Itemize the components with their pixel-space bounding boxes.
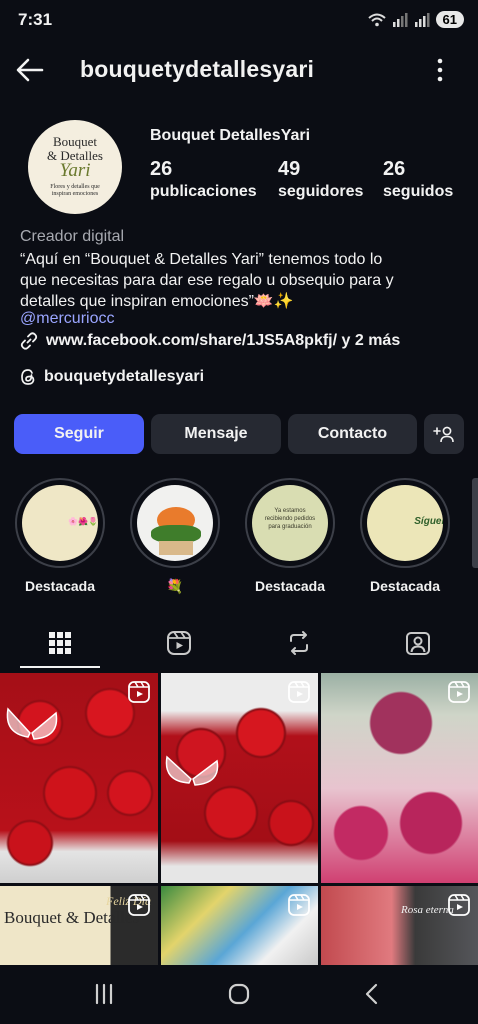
signal-icon-2: [414, 12, 430, 27]
bio-line: “Aquí en “Bouquet & Detalles Yari” tenem…: [20, 251, 383, 268]
highlight-cover: Ya estamos recibiendo pedidos para gradu…: [252, 485, 328, 561]
reel-icon: [448, 681, 470, 703]
external-link[interactable]: www.facebook.com/share/1JS5A8pkfj/ y 2 m…: [20, 332, 400, 350]
avatar-logo-line3: Yari: [59, 160, 91, 181]
highlight-label: Destacada: [254, 578, 326, 594]
highlight-cover: 🌸🌺🌷🌻🌼🌹: [22, 485, 98, 561]
post-thumbnail[interactable]: [321, 673, 478, 883]
status-time: 7:31: [18, 10, 53, 29]
tab-tagged[interactable]: [358, 616, 477, 670]
avatar-tagline2: inspiran emociones: [51, 191, 99, 197]
post-grid: Bouquet & Detalles Feliz Día Rosa eterna: [0, 673, 478, 965]
post-thumbnail[interactable]: Bouquet & Detalles Feliz Día: [0, 886, 158, 965]
tab-posts[interactable]: [0, 616, 119, 670]
profile-bio: “Aquí en “Bouquet & Detalles Yari” tenem…: [20, 249, 460, 312]
status-bar: 7:31 61: [0, 0, 478, 40]
tab-reels[interactable]: [119, 616, 238, 670]
contact-button[interactable]: Contacto: [288, 414, 417, 454]
app-header: bouquetydetallesyari: [0, 48, 478, 92]
more-vertical-icon[interactable]: [432, 56, 448, 84]
tab-active-indicator: [20, 666, 100, 668]
post-thumbnail[interactable]: [0, 673, 158, 883]
bio-line: detalles que inspiran emociones”🪷✨: [20, 293, 294, 310]
bio-mention-link[interactable]: @mercuriocc: [20, 310, 114, 328]
highlight-cover-text: 🌸🌺🌷🌻🌼🌹: [68, 517, 98, 526]
back-arrow-icon[interactable]: [14, 54, 46, 86]
reels-icon: [166, 631, 191, 655]
signal-icon: [392, 12, 408, 27]
highlight-ring: 🌸🌺🌷🌻🌼🌹: [15, 478, 105, 568]
reel-icon: [288, 894, 310, 916]
reel-icon: [128, 894, 150, 916]
external-link-text: www.facebook.com/share/1JS5A8pkfj/ y 2 m…: [46, 332, 401, 349]
stat-posts[interactable]: 26 publicaciones: [150, 158, 257, 201]
highlight-cover: [137, 485, 213, 561]
battery-indicator: 61: [435, 11, 464, 28]
post-thumbnail[interactable]: Rosa eterna: [321, 886, 478, 965]
threads-icon: [21, 369, 35, 385]
highlight-label: Destacada: [24, 578, 96, 594]
system-nav-bar: [0, 965, 478, 1024]
recent-apps-icon[interactable]: [89, 981, 119, 1007]
highlight-item[interactable]: Síguenos💎 Destacada: [359, 478, 451, 594]
grid-icon: [48, 632, 71, 654]
reel-icon: [128, 681, 150, 703]
tagged-icon: [405, 632, 430, 655]
add-person-icon: [433, 426, 454, 443]
home-icon[interactable]: [224, 981, 254, 1007]
tab-reposts[interactable]: [239, 616, 358, 670]
highlight-item[interactable]: 🌸🌺🌷🌻🌼🌹 Destacada: [14, 478, 106, 594]
repost-icon: [289, 631, 308, 655]
reel-icon: [288, 681, 310, 703]
stat-following[interactable]: 26 seguidos: [383, 158, 453, 201]
avatar-tagline1: Flores y detalles que: [50, 184, 100, 190]
butterfly-decoration: [6, 707, 58, 740]
follow-button[interactable]: Seguir: [14, 414, 144, 454]
profile-tabs: [0, 616, 478, 670]
stat-posts-value: 26: [150, 158, 173, 180]
stat-followers-value: 49: [278, 158, 301, 180]
highlight-ring: [130, 478, 220, 568]
butterfly-decoration: [165, 755, 219, 786]
highlight-cover: Síguenos💎: [367, 485, 443, 561]
stat-posts-label: publicaciones: [150, 183, 257, 200]
highlight-ring: Síguenos💎: [360, 478, 450, 568]
wifi-icon: [367, 13, 386, 26]
message-button[interactable]: Mensaje: [151, 414, 281, 454]
profile-category: Creador digital: [20, 228, 125, 245]
suggest-people-button[interactable]: [424, 414, 464, 454]
vase-graphic: [159, 541, 193, 555]
stat-following-label: seguidos: [383, 183, 454, 200]
highlight-label: Destacada: [369, 578, 441, 594]
stat-followers[interactable]: 49 seguidores: [278, 158, 363, 201]
stat-followers-label: seguidores: [278, 183, 364, 200]
highlight-label: 💐: [166, 578, 184, 594]
threads-link[interactable]: bouquetydetallesyari: [20, 368, 204, 386]
post-thumbnail[interactable]: [161, 886, 318, 965]
highlight-overflow-edge: [472, 478, 478, 568]
highlight-item[interactable]: Ya estamos recibiendo pedidos para gradu…: [244, 478, 336, 594]
page-title: bouquetydetallesyari: [80, 56, 315, 82]
status-icons: 61: [367, 11, 464, 28]
highlight-ring: Ya estamos recibiendo pedidos para gradu…: [245, 478, 335, 568]
link-icon: [20, 332, 38, 350]
post-thumbnail-text: Bouquet & Detalles: [4, 908, 140, 927]
post-thumbnail[interactable]: [161, 673, 318, 883]
stat-following-value: 26: [383, 158, 406, 180]
highlight-cover-text: Ya estamos recibiendo pedidos para gradu…: [264, 508, 316, 530]
avatar[interactable]: Bouquet & Detalles Yari Flores y detalle…: [28, 120, 122, 214]
highlight-cover-text: Síguenos💎: [414, 516, 443, 527]
profile-name: Bouquet DetallesYari: [150, 127, 311, 144]
system-back-icon[interactable]: [358, 981, 388, 1007]
bio-line: que necesitas para dar ese regalo u obse…: [20, 272, 394, 289]
post-thumbnail-text: Rosa eterna: [401, 904, 454, 916]
threads-username: bouquetydetallesyari: [44, 368, 205, 385]
highlight-item[interactable]: 💐: [129, 478, 221, 595]
reel-icon: [448, 894, 470, 916]
